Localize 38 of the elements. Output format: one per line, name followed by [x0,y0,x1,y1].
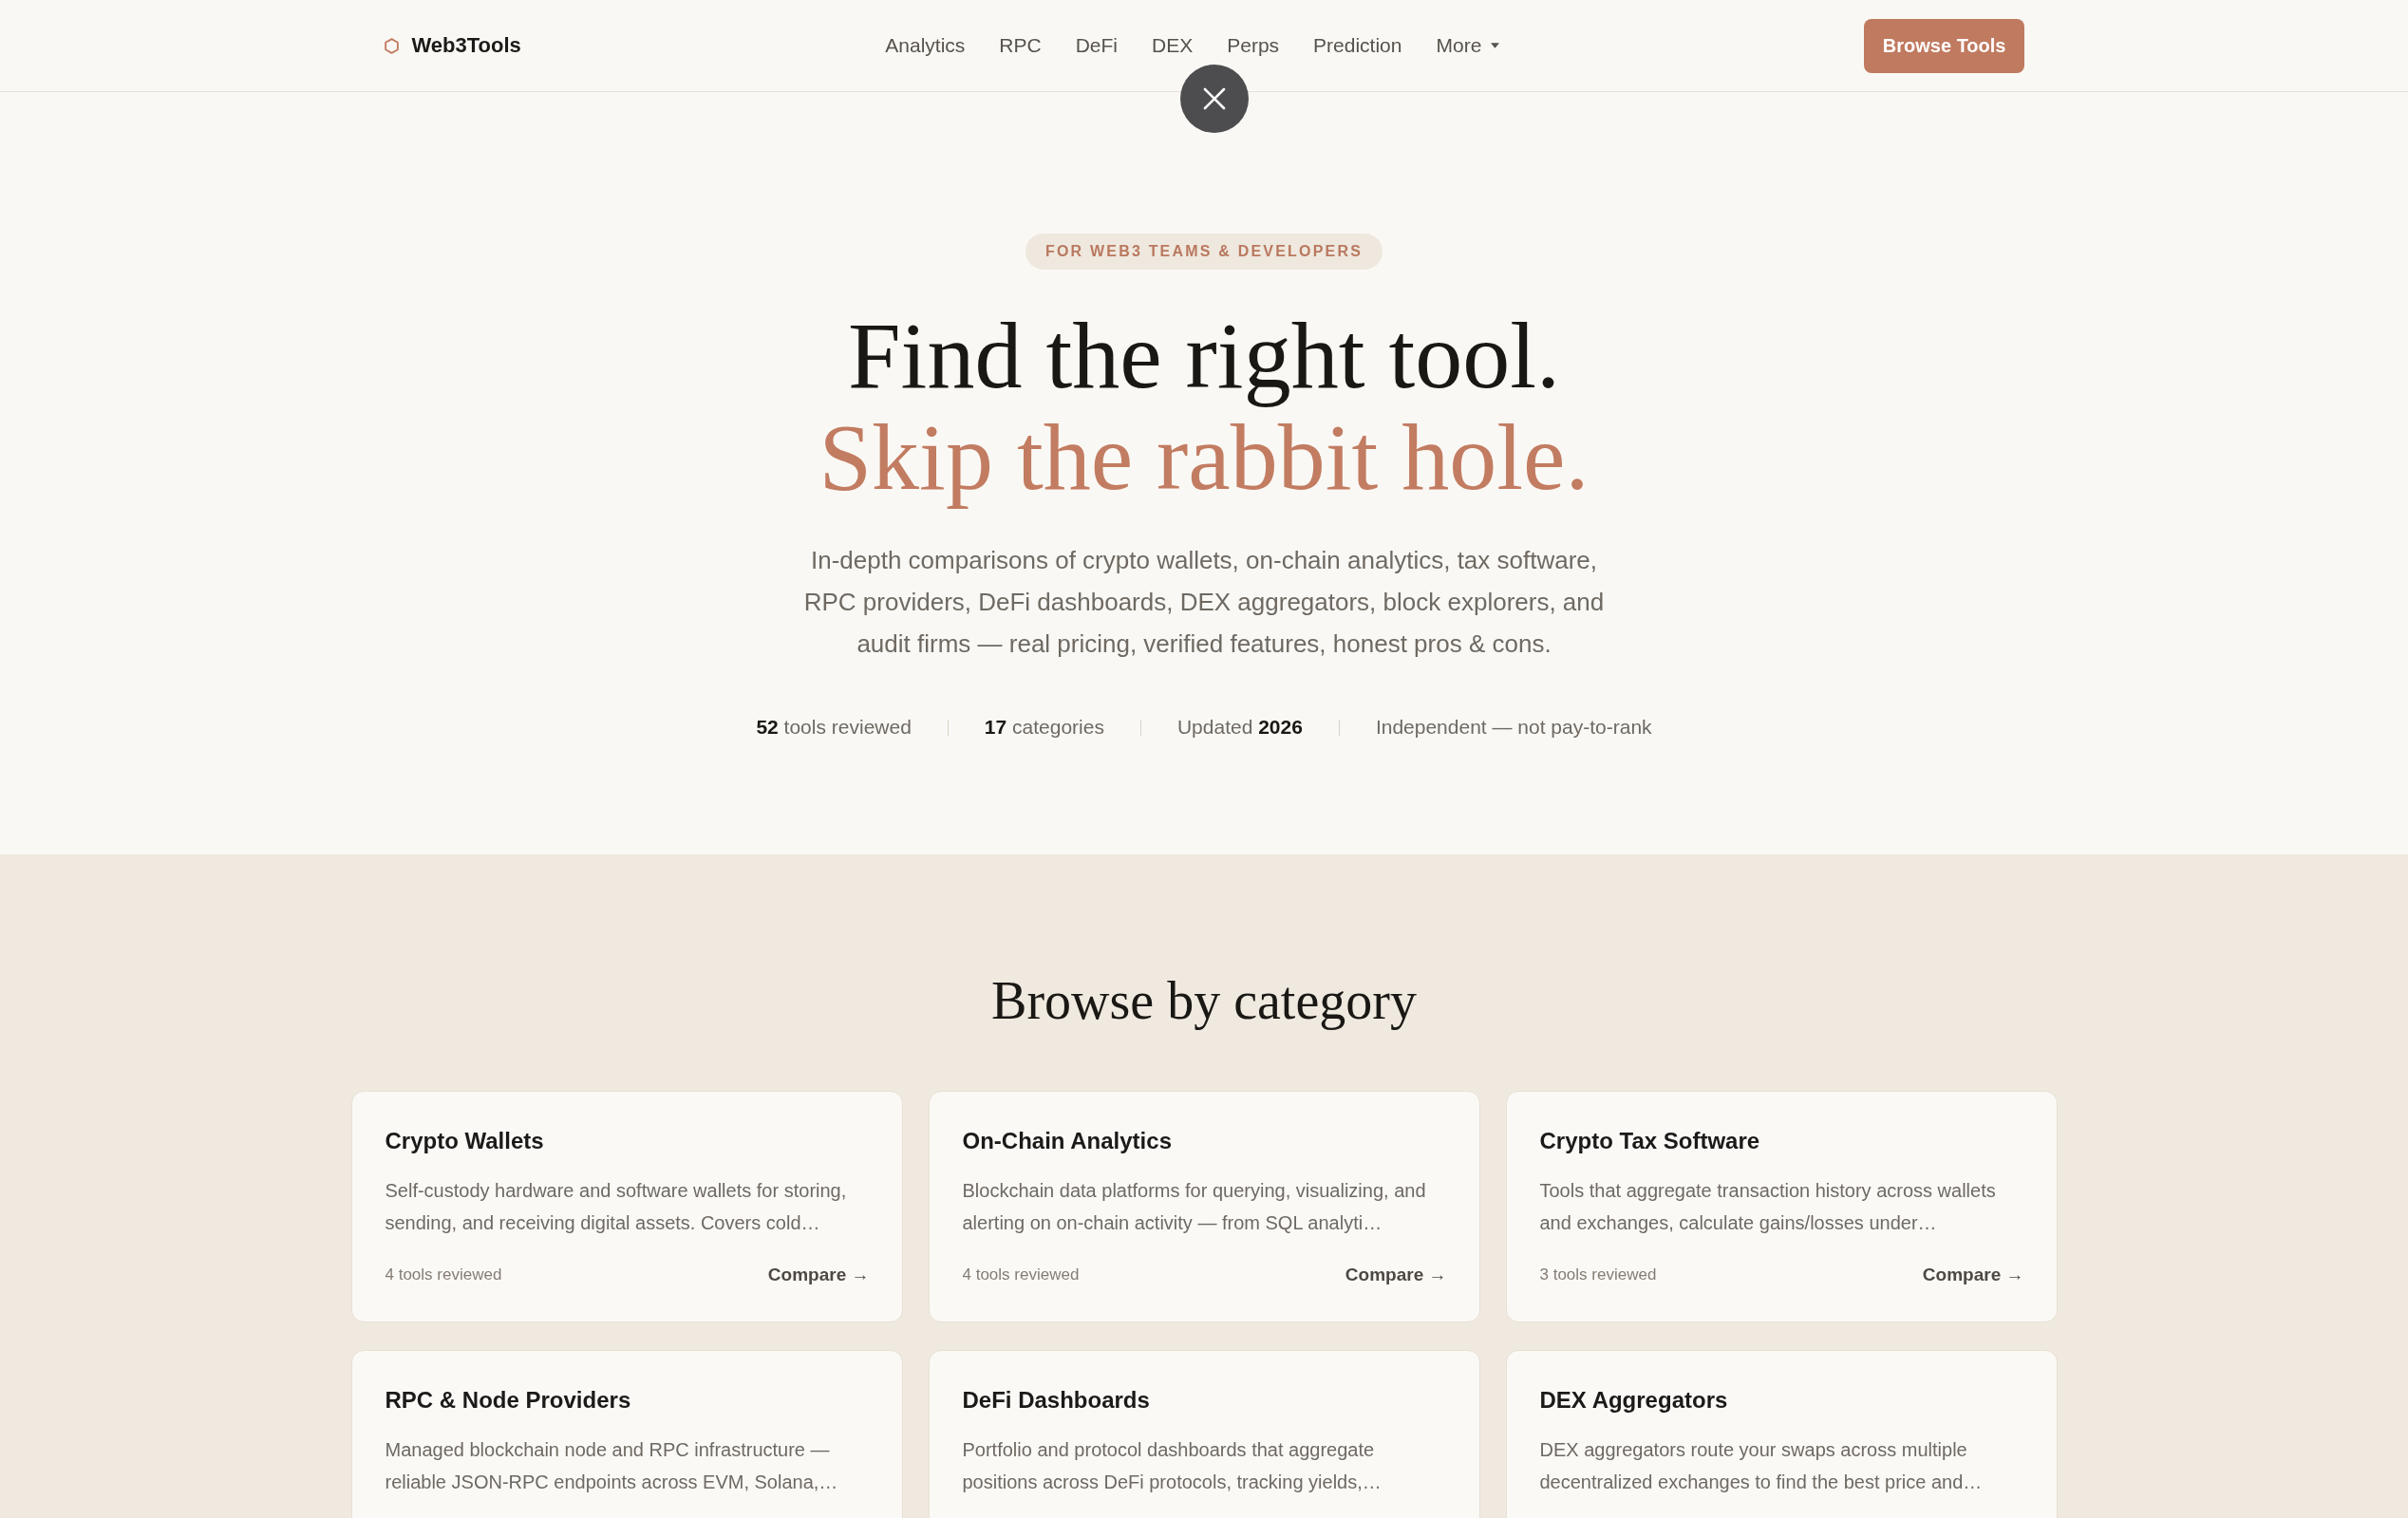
compare-link[interactable]: Compare → [767,1263,870,1287]
nav-link[interactable]: Prediction [1313,34,1402,57]
nav-link[interactable]: Perps [1227,34,1280,57]
card-description: DEX aggregators route your swaps across multiple decentralized exchanges to find the best price and… [1539,1438,1984,1494]
card-description: Blockchain data platforms for querying, visualizing, and alerting on on-chain activity — from SQL analyti… [962,1179,1427,1235]
nav-dropdown[interactable]: More [1436,34,1500,57]
compare-link[interactable]: Compare → [1345,1263,1447,1287]
logo-link[interactable]: Web3Tools [384,33,521,58]
card-title: Crypto Wallets [385,1127,545,1155]
close-icon [1203,87,1226,110]
card-title: DEX Aggregators [1539,1386,1729,1415]
section-title: Browse by category [991,970,1417,1032]
audience-badge: FOR WEB3 TEAMS & DEVELOPERS [1025,234,1383,270]
hero-subtitle: Skip the rabbit hole. [818,406,1590,508]
card-title: DeFi Dashboards [962,1386,1151,1415]
card-title: Crypto Tax Software [1539,1127,1761,1155]
hero-description: In-depth comparisons of crypto wallets, on-chain analytics, tax software, RPC providers, DeFi dashboards, DEX aggregators, block explorers, and audit firms — real pricing, verified features, honest pros & cons. [802,545,1606,660]
nav-link[interactable]: RPC [999,34,1042,57]
stat-text: 17 categories [984,715,1104,740]
nav-link[interactable]: DeFi [1075,34,1119,57]
card-description: Tools that aggregate transaction history across wallets and exchanges, calculate gains/losses under… [1539,1179,1997,1235]
compare-link[interactable]: Compare → [1922,1263,2024,1287]
stat-text: Updated 2026 [1176,715,1303,740]
card-description: Self-custody hardware and software wallets for storing, sending, and receiving digital assets. Covers cold… [385,1179,848,1235]
stat-text: 52 tools reviewed [756,715,912,740]
hero-title: Find the right tool. [847,305,1561,406]
nav-link[interactable]: Analytics [885,34,966,57]
hexagon-icon [384,37,399,54]
tool-count: 4 tools reviewed [385,1265,502,1285]
card-title: On-Chain Analytics [962,1127,1173,1155]
nav-link[interactable]: DEX [1152,34,1194,57]
tool-count: 4 tools reviewed [962,1265,1080,1285]
tool-count: 3 tools reviewed [1539,1265,1657,1285]
stat-text: Independent — not pay-to-rank [1375,715,1652,740]
card-description: Portfolio and protocol dashboards that aggregate positions across DeFi protocols, tracking yields,… [962,1438,1383,1494]
card-title: RPC & Node Providers [385,1386,632,1415]
caret-icon [1491,43,1500,48]
card-description: Managed blockchain node and RPC infrastructure — reliable JSON-RPC endpoints across EVM, Solana,… [385,1438,839,1494]
